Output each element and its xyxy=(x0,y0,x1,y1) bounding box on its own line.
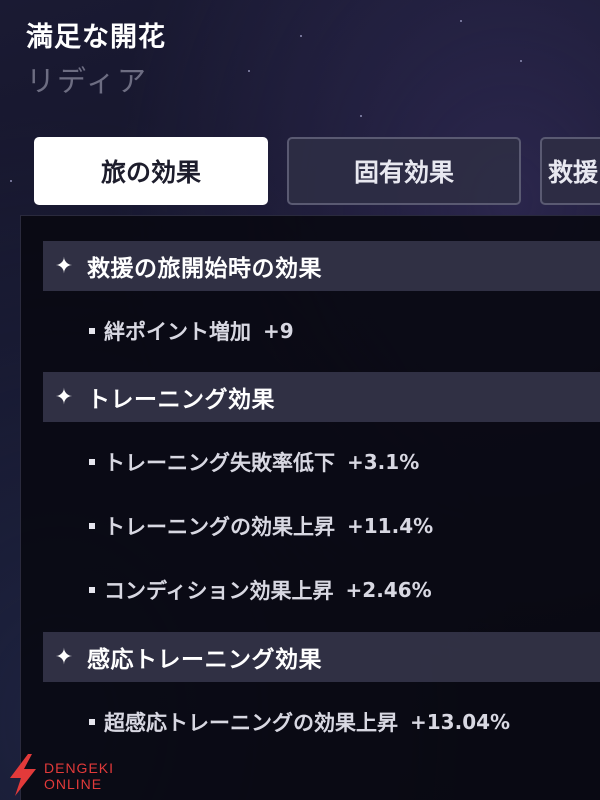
effects-panel: ✦ 救援の旅開始時の効果 絆ポイント増加 +9 ✦ トレーニング効果 トレーニン… xyxy=(20,215,600,800)
bullet-icon xyxy=(89,328,95,334)
effect-value: +3.1% xyxy=(347,450,420,474)
effect-name: 絆ポイント増加 xyxy=(104,320,251,344)
star-decoration xyxy=(300,35,302,37)
bullet-icon xyxy=(89,523,95,529)
watermark-text: ONLINE xyxy=(44,776,103,792)
star-decoration xyxy=(10,180,12,182)
bullet-icon xyxy=(89,459,95,465)
star-decoration xyxy=(460,20,462,22)
bullet-icon xyxy=(89,587,95,593)
page-header: 満足な開花 リディア xyxy=(26,18,166,104)
tab-rescue[interactable]: 救援 xyxy=(540,137,600,205)
sparkle-icon: ✦ xyxy=(54,644,74,670)
tab-unique-effects[interactable]: 固有効果 xyxy=(287,137,521,205)
effect-value: +2.46% xyxy=(345,578,432,602)
star-decoration xyxy=(520,60,522,62)
section-header-training: ✦ トレーニング効果 xyxy=(43,372,600,422)
sparkle-icon: ✦ xyxy=(54,384,74,410)
watermark-text: DENGEKI xyxy=(44,760,115,776)
lightning-bolt-icon xyxy=(10,754,36,796)
section-label: 感応トレーニング効果 xyxy=(87,647,322,673)
section-label: トレーニング効果 xyxy=(87,387,275,413)
effect-name: トレーニングの効果上昇 xyxy=(104,515,335,539)
tab-journey-effects[interactable]: 旅の効果 xyxy=(34,137,268,205)
star-decoration xyxy=(360,115,362,117)
effect-item: トレーニングの効果上昇 +11.4% xyxy=(89,506,433,546)
star-decoration xyxy=(248,70,250,72)
effect-value: +11.4% xyxy=(347,514,434,538)
effect-item: 超感応トレーニングの効果上昇 +13.04% xyxy=(89,702,510,742)
sparkle-icon: ✦ xyxy=(54,253,74,279)
page-title: 満足な開花 xyxy=(26,22,166,53)
effect-name: コンディション効果上昇 xyxy=(104,579,334,603)
section-header-rescue-start: ✦ 救援の旅開始時の効果 xyxy=(43,241,600,291)
effect-name: トレーニング失敗率低下 xyxy=(104,451,335,475)
section-header-resonance-training: ✦ 感応トレーニング効果 xyxy=(43,632,600,682)
tab-bar: 旅の効果 固有効果 救援 xyxy=(34,137,600,207)
effect-name: 超感応トレーニングの効果上昇 xyxy=(104,711,398,735)
effect-item: コンディション効果上昇 +2.46% xyxy=(89,570,432,610)
dengeki-online-watermark: DENGEKI ONLINE xyxy=(6,752,126,798)
effect-value: +13.04% xyxy=(410,710,511,734)
character-name: リディア xyxy=(26,64,148,98)
effect-item: トレーニング失敗率低下 +3.1% xyxy=(89,442,419,482)
effect-item: 絆ポイント増加 +9 xyxy=(89,311,294,351)
effect-value: +9 xyxy=(263,319,294,343)
bullet-icon xyxy=(89,719,95,725)
section-label: 救援の旅開始時の効果 xyxy=(87,256,322,282)
